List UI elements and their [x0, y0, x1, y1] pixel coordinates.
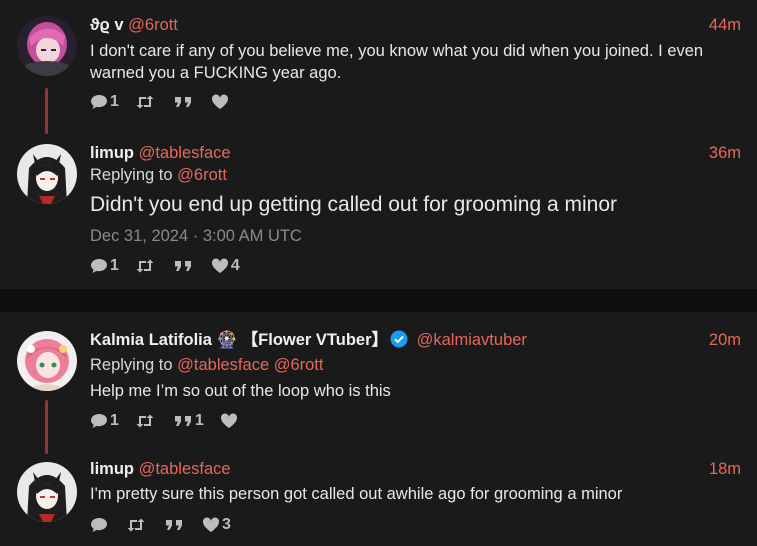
heart-icon: [211, 94, 229, 110]
tweet-header: Kalmia Latifolia 🎡 【Flower VTuber】 @kalm…: [90, 330, 741, 350]
tweet-text: Help me I’m so out of the loop who is th…: [90, 382, 391, 400]
timestamp[interactable]: 18m: [709, 459, 741, 479]
tweet-tablesface-2[interactable]: limup @tablesface 18m I'm pretty sure th…: [0, 448, 757, 546]
display-name[interactable]: Kalmia Latifolia 🎡 【Flower VTuber】: [90, 331, 388, 349]
like-button[interactable]: [220, 413, 240, 429]
username[interactable]: @tablesface: [139, 460, 231, 478]
avatar[interactable]: [17, 144, 77, 204]
quote-icon: [164, 517, 184, 533]
quote-icon: [173, 94, 193, 110]
verified-badge-icon: [390, 330, 408, 348]
tweet-kalmiavtuber[interactable]: Kalmia Latifolia 🎡 【Flower VTuber】 @kalm…: [0, 312, 757, 454]
reply-count: 1: [110, 93, 119, 110]
comment-icon: [90, 413, 108, 429]
quote-count: 1: [194, 412, 204, 429]
avatar[interactable]: [17, 331, 77, 391]
tweet-stats: 3: [90, 515, 247, 535]
reply-button[interactable]: 1: [90, 412, 119, 430]
retweet-icon: [135, 258, 155, 274]
reply-button[interactable]: 1: [90, 257, 119, 275]
tweet-date[interactable]: Dec 31, 2024 · 3:00 AM UTC: [90, 227, 302, 246]
quote-icon: [173, 413, 193, 429]
username[interactable]: @6rott: [128, 16, 178, 34]
like-button[interactable]: 3: [202, 516, 231, 534]
retweet-button[interactable]: [135, 258, 157, 274]
comment-icon: [90, 258, 108, 274]
tweet-text: I'm pretty sure this person got called o…: [90, 485, 623, 503]
replying-to-handle[interactable]: @6rott: [177, 166, 227, 184]
quote-button[interactable]: [173, 94, 195, 110]
retweet-icon: [135, 413, 155, 429]
tweet-tablesface-1[interactable]: limup @tablesface 36m Replying to @6rott…: [0, 128, 757, 289]
replying-to-label: Replying to: [90, 356, 173, 374]
retweet-icon: [126, 517, 146, 533]
timestamp[interactable]: 36m: [709, 143, 741, 163]
heart-icon: [202, 517, 220, 533]
username[interactable]: @kalmiavtuber: [417, 331, 527, 349]
quote-button[interactable]: [173, 258, 195, 274]
reply-count: 1: [110, 257, 119, 274]
reply-button[interactable]: 1: [90, 93, 119, 111]
like-button[interactable]: 4: [211, 257, 240, 275]
comment-icon: [90, 517, 108, 533]
retweet-button[interactable]: [135, 413, 157, 429]
tweet-header: limup @tablesface 36m: [90, 143, 741, 163]
display-name[interactable]: ϑϱ v: [90, 16, 124, 34]
heart-icon: [211, 258, 229, 274]
avatar[interactable]: [17, 462, 77, 522]
display-name[interactable]: limup: [90, 460, 134, 478]
comment-icon: [90, 94, 108, 110]
tweet-stats: 1 1: [90, 411, 256, 431]
avatar[interactable]: [17, 16, 77, 76]
quote-icon: [173, 258, 193, 274]
tweet-header: limup @tablesface 18m: [90, 459, 741, 479]
like-count: 4: [230, 257, 240, 274]
thread-2: Kalmia Latifolia 🎡 【Flower VTuber】 @kalm…: [0, 312, 757, 546]
display-name[interactable]: limup: [90, 144, 134, 162]
quote-button[interactable]: [164, 517, 186, 533]
replying-to: Replying to @tablesface @6rott: [90, 355, 323, 375]
retweet-button[interactable]: [126, 517, 148, 533]
replying-to-label: Replying to: [90, 166, 173, 184]
quote-button[interactable]: 1: [173, 412, 204, 430]
heart-icon: [220, 413, 238, 429]
reply-button[interactable]: [90, 517, 110, 533]
tweet-header: ϑϱ v @6rott 44m: [90, 15, 741, 35]
retweet-button[interactable]: [135, 94, 157, 110]
thread-connector: [45, 400, 48, 454]
like-count: 3: [222, 516, 231, 533]
timestamp[interactable]: 44m: [709, 15, 741, 35]
tweet-6rott[interactable]: ϑϱ v @6rott 44m I don't care if any of y…: [0, 0, 757, 134]
username[interactable]: @tablesface: [139, 144, 231, 162]
tweet-stats: 1: [90, 92, 247, 112]
replying-to: Replying to @6rott: [90, 165, 227, 185]
tweet-text: I don't care if any of you believe me, y…: [90, 42, 704, 82]
like-button[interactable]: [211, 94, 231, 110]
timestamp[interactable]: 20m: [709, 330, 741, 350]
replying-to-handle[interactable]: @tablesface @6rott: [177, 356, 323, 374]
thread-1: ϑϱ v @6rott 44m I don't care if any of y…: [0, 0, 757, 289]
reply-count: 1: [110, 412, 119, 429]
tweet-text: Didn't you end up getting called out for…: [90, 193, 617, 216]
retweet-icon: [135, 94, 155, 110]
tweet-stats: 1 4: [90, 256, 256, 276]
